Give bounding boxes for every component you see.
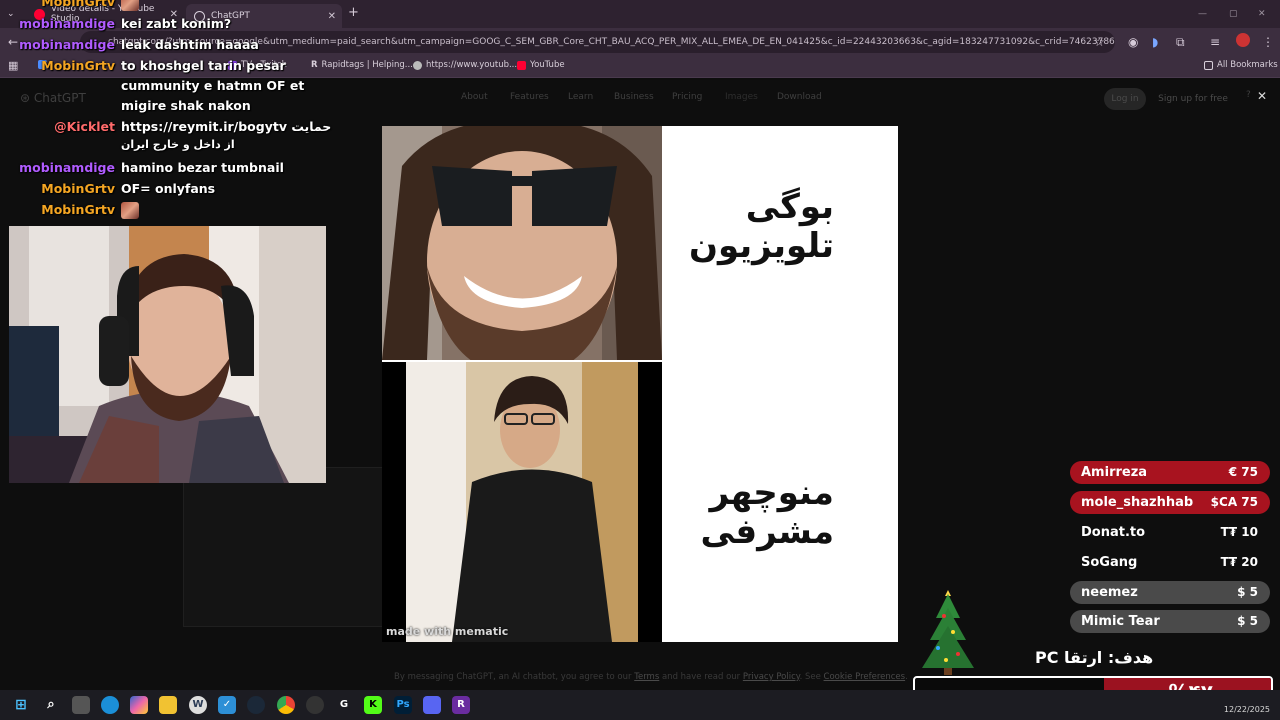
- chat-username: mobinamdige: [19, 16, 115, 31]
- task-view-icon[interactable]: [72, 696, 90, 714]
- chat-username: MobinGrtv: [41, 202, 115, 217]
- donation-amount: $ 5: [1237, 585, 1258, 599]
- donor-name: Donat.to: [1081, 525, 1146, 540]
- chat-username: mobinamdige: [19, 37, 115, 52]
- rapidtags-taskbar-icon[interactable]: R: [452, 696, 470, 714]
- logitech-icon[interactable]: G: [335, 696, 353, 714]
- search-icon[interactable]: ⌕: [42, 696, 60, 714]
- chat-text: migire shak nakon: [121, 98, 251, 113]
- photo-image: [382, 126, 662, 360]
- chat-username: @Kicklet: [54, 119, 115, 134]
- donor-name: neemez: [1081, 585, 1138, 600]
- screen: ⌄ Video details - YouTube Studio ✕ ChatG…: [0, 0, 1280, 720]
- donation-amount: T₮ 20: [1220, 555, 1258, 569]
- taskbar-date: 12/22/2025: [1223, 705, 1270, 714]
- chat-message: migire shak nakon: [0, 98, 1280, 118]
- chat-message: mobinamdige leak dashtim haaaa: [0, 37, 1280, 57]
- donor-name: Amirreza: [1081, 465, 1148, 480]
- footer-text: .: [905, 672, 908, 682]
- footer-text: . See: [799, 672, 821, 682]
- donation-item: neemez $ 5: [1070, 581, 1270, 604]
- video-thumbnail-preview: بوگی تلویزیون منوچهر مشرفی: [382, 126, 898, 642]
- donation-amount: $ 5: [1237, 614, 1258, 628]
- photoshop-icon[interactable]: Ps: [394, 696, 412, 714]
- donor-name: Mimic Tear: [1081, 614, 1160, 629]
- donation-amount: T₮ 10: [1220, 525, 1258, 539]
- steam-icon[interactable]: [247, 696, 265, 714]
- donation-item: Mimic Tear $ 5: [1070, 610, 1270, 633]
- chat-text: cummunity e hatmn OF et: [121, 78, 305, 93]
- donation-item: Amirreza € 75: [1070, 461, 1270, 484]
- file-explorer-icon[interactable]: [159, 696, 177, 714]
- privacy-link[interactable]: Privacy Policy: [743, 672, 800, 682]
- vscode-icon[interactable]: ✓: [218, 696, 236, 714]
- chat-message: MobinGrtv to khoshgel tarin pesar: [0, 58, 1280, 78]
- cookie-preferences-link[interactable]: Cookie Preferences: [824, 672, 906, 682]
- chat-emote: [121, 202, 139, 219]
- footer-text: and have read our: [661, 672, 741, 682]
- chat-text: OF= onlyfans: [121, 181, 216, 196]
- thumbnail-title-bogy: بوگی تلویزیون: [689, 187, 834, 267]
- footer-text: By messaging ChatGPT, an AI chatbot, you…: [394, 672, 632, 682]
- donation-amount: $CA 75: [1210, 495, 1258, 509]
- chat-text: leak dashtim haaaa: [121, 37, 259, 52]
- obs-icon[interactable]: [306, 696, 324, 714]
- chat-username: MobinGrtv: [41, 58, 115, 73]
- chatgpt-footer: By messaging ChatGPT, an AI chatbot, you…: [394, 672, 908, 682]
- copilot-icon[interactable]: [130, 696, 148, 714]
- donor-name: SoGang: [1081, 555, 1138, 570]
- chat-text: hamino bezar tumbnail: [121, 160, 284, 175]
- chat-message: MobinGrtv: [0, 0, 1280, 14]
- photo-bogy: [382, 126, 662, 360]
- donation-amount: € 75: [1228, 465, 1258, 479]
- windows-start-icon[interactable]: ⊞: [12, 696, 30, 714]
- donor-name: mole_shazhhab: [1081, 495, 1194, 510]
- chat-message: mobinamdige kei zabt konim?: [0, 16, 1280, 36]
- chat-username: mobinamdige: [19, 160, 115, 175]
- thumbnail-title-manouchehr: منوچهر مشرفی: [700, 473, 834, 553]
- chrome-icon[interactable]: [277, 696, 295, 714]
- chat-text: از داخل و خارج ایران: [121, 138, 235, 151]
- webcam-feed: [9, 226, 326, 483]
- chat-username: MobinGrtv: [41, 0, 115, 9]
- goal-label: هدف: ارتقا PC: [1035, 648, 1154, 667]
- wordpress-icon[interactable]: W: [189, 696, 207, 714]
- christmas-tree-icon: [922, 590, 974, 675]
- photo-image: [382, 362, 662, 642]
- donation-item: Donat.to T₮ 10: [1070, 521, 1270, 544]
- edge-icon[interactable]: [101, 696, 119, 714]
- chat-username: MobinGrtv: [41, 181, 115, 196]
- chat-emote: [121, 0, 139, 11]
- mematic-watermark: made with mematic: [386, 625, 509, 638]
- donation-item: mole_shazhhab $CA 75: [1070, 491, 1270, 514]
- kick-icon[interactable]: K: [364, 696, 382, 714]
- chat-message: cummunity e hatmn OF et: [0, 78, 1280, 98]
- discord-icon[interactable]: [423, 696, 441, 714]
- chat-text: kei zabt konim?: [121, 16, 232, 31]
- windows-taskbar: ⊞ ⌕ W ✓ G K Ps R 12/22/2025: [0, 690, 1280, 720]
- photo-manouchehr: [382, 362, 662, 642]
- donation-item: SoGang T₮ 20: [1070, 551, 1270, 574]
- webcam-image: [9, 226, 326, 483]
- chat-link[interactable]: https://reymit.ir/bogytv حمایت: [121, 119, 331, 134]
- terms-link[interactable]: Terms: [634, 672, 659, 682]
- chat-text: to khoshgel tarin pesar: [121, 58, 286, 73]
